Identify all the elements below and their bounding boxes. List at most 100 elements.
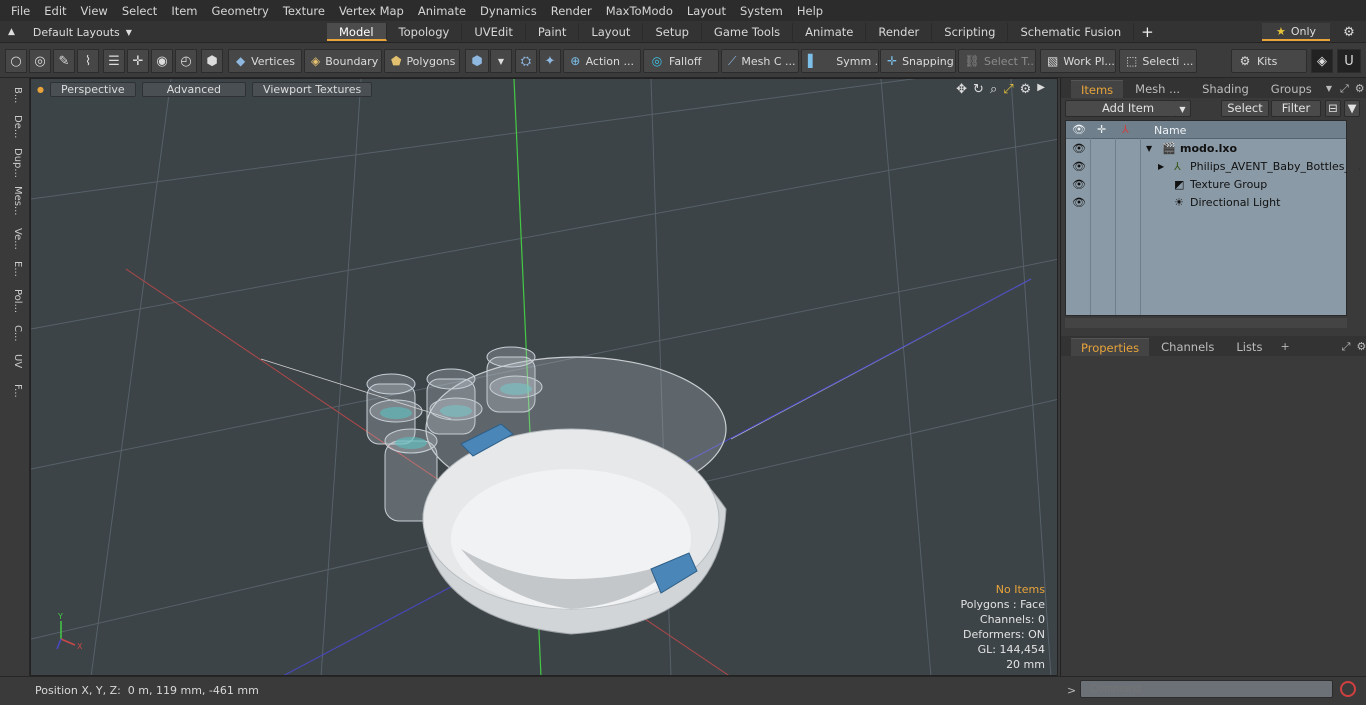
filter-button[interactable]: Filter bbox=[1271, 100, 1321, 117]
menu-geometry[interactable]: Geometry bbox=[205, 4, 276, 18]
tab-groups[interactable]: Groups bbox=[1261, 80, 1322, 98]
tab-mesh[interactable]: Mesh ... bbox=[1125, 80, 1190, 98]
menu-select[interactable]: Select bbox=[115, 4, 164, 18]
left-tab-deform[interactable]: De... bbox=[5, 112, 23, 142]
menu-animate[interactable]: Animate bbox=[411, 4, 473, 18]
add-tab-icon[interactable]: + bbox=[1280, 338, 1289, 356]
selection-sets-button[interactable]: ⬚ Selecti ... bbox=[1119, 49, 1197, 73]
panel-gear-icon[interactable]: ⚙ bbox=[1355, 80, 1365, 98]
expand-arrow-icon[interactable]: ▼ bbox=[1146, 144, 1152, 153]
eye-icon[interactable]: 👁 bbox=[1072, 196, 1086, 209]
snap-icon[interactable]: ⛭ bbox=[515, 49, 537, 73]
maximize-icon[interactable]: ⤢ bbox=[1003, 82, 1013, 97]
name-column-header[interactable]: Name bbox=[1154, 124, 1186, 137]
menu-texture[interactable]: Texture bbox=[276, 4, 332, 18]
tab-model[interactable]: Model bbox=[327, 23, 387, 41]
tab-shading[interactable]: Shading bbox=[1192, 80, 1259, 98]
perspective-button[interactable]: Perspective bbox=[49, 81, 136, 97]
move-view-icon[interactable]: ✥ bbox=[956, 82, 967, 97]
tab-uvedit[interactable]: UVEdit bbox=[462, 23, 526, 41]
left-tab-edge[interactable]: E... bbox=[5, 258, 23, 280]
menu-file[interactable]: File bbox=[4, 4, 37, 18]
menu-maxtomodo[interactable]: MaxToModo bbox=[599, 4, 680, 18]
tab-schematic-fusion[interactable]: Schematic Fusion bbox=[1008, 23, 1135, 41]
menu-render[interactable]: Render bbox=[544, 4, 599, 18]
add-item-dropdown[interactable]: ▼ bbox=[1175, 100, 1191, 117]
left-tab-duplicate[interactable]: Dup... bbox=[5, 146, 23, 180]
tab-items[interactable]: Items bbox=[1071, 80, 1124, 98]
snapping-button[interactable]: ✛ Snapping bbox=[880, 49, 956, 73]
advanced-button[interactable]: Advanced bbox=[141, 81, 247, 97]
menu-view[interactable]: View bbox=[74, 4, 115, 18]
tab-properties[interactable]: Properties bbox=[1071, 338, 1150, 356]
left-tab-polygon[interactable]: Pol... bbox=[5, 284, 23, 318]
unreal-icon[interactable]: U bbox=[1337, 49, 1361, 73]
viewport-textures-button[interactable]: Viewport Textures bbox=[252, 81, 373, 97]
tree-row[interactable]: 👁 ☀ Directional Light bbox=[1066, 193, 1346, 211]
play-arrow-icon[interactable]: ▶ bbox=[1037, 82, 1045, 97]
center-icon[interactable]: ✛ bbox=[127, 49, 149, 73]
menu-vertex-map[interactable]: Vertex Map bbox=[332, 4, 411, 18]
tab-animate[interactable]: Animate bbox=[793, 23, 867, 41]
menu-help[interactable]: Help bbox=[790, 4, 830, 18]
layout-selector[interactable]: ▲ Default Layouts ▼ bbox=[8, 24, 132, 40]
zoom-view-icon[interactable]: ⌕ bbox=[990, 82, 997, 97]
circle-select-icon[interactable]: ○ bbox=[5, 49, 27, 73]
viewport-gear-icon[interactable]: ⚙ bbox=[1020, 82, 1032, 97]
add-item-button[interactable]: Add Item bbox=[1065, 100, 1191, 117]
add-tab-button[interactable]: + bbox=[1134, 23, 1161, 41]
expand-arrow-icon[interactable]: ▶ bbox=[1158, 162, 1164, 171]
chevron-down-icon[interactable]: ▼ bbox=[490, 49, 512, 73]
tab-topology[interactable]: Topology bbox=[387, 23, 463, 41]
rotate-icon[interactable]: ◴ bbox=[175, 49, 197, 73]
left-tab-curve[interactable]: C... bbox=[5, 322, 23, 344]
left-tab-vertex[interactable]: Ve... bbox=[5, 224, 23, 254]
tree-row[interactable]: 👁 ▶ ⅄ Philips_AVENT_Baby_Bottles_... bbox=[1066, 157, 1360, 175]
kits-button[interactable]: ⚙ Kits bbox=[1231, 49, 1307, 73]
panel-gear-icon[interactable]: ⚙ bbox=[1356, 338, 1366, 356]
tree-row[interactable]: 👁 ◩ Texture Group bbox=[1066, 175, 1346, 193]
eye-icon[interactable]: 👁 bbox=[1072, 142, 1086, 155]
command-input[interactable] bbox=[1080, 680, 1333, 698]
material-icon[interactable]: ⬢ bbox=[465, 49, 489, 73]
tab-lists[interactable]: Lists bbox=[1226, 338, 1272, 356]
3d-viewport[interactable]: Y X ● Perspective Advanced Viewport Text… bbox=[30, 78, 1058, 676]
work-plane-button[interactable]: ▧ Work Pl... bbox=[1040, 49, 1116, 73]
menu-dynamics[interactable]: Dynamics bbox=[473, 4, 544, 18]
tree-row[interactable]: 👁 ▼ 🎬 modo.lxo bbox=[1066, 139, 1346, 157]
tree-vertical-scrollbar[interactable] bbox=[1347, 120, 1359, 316]
brush-icon[interactable]: ⌇ bbox=[77, 49, 99, 73]
tab-render[interactable]: Render bbox=[866, 23, 933, 41]
action-center-button[interactable]: ⊕ Action ... bbox=[563, 49, 641, 73]
workplane-icon[interactable]: ✦ bbox=[539, 49, 561, 73]
item-mode-icon[interactable]: ⬢ bbox=[201, 49, 223, 73]
eye-icon[interactable]: 👁 bbox=[1072, 160, 1086, 173]
expand-icon[interactable]: ⤢ bbox=[1342, 338, 1351, 356]
falloff-button[interactable]: ◎ Falloff bbox=[643, 49, 719, 73]
tree-scrollbar[interactable] bbox=[1065, 318, 1347, 328]
rotate-view-icon[interactable]: ↻ bbox=[973, 82, 984, 97]
left-tab-uv[interactable]: UV bbox=[5, 350, 23, 372]
funnel-icon[interactable]: ▼ bbox=[1344, 100, 1360, 117]
pivot-icon[interactable]: ◉ bbox=[151, 49, 173, 73]
tab-channels[interactable]: Channels bbox=[1151, 338, 1224, 356]
mesh-constraint-button[interactable]: ⟋ Mesh C ... bbox=[721, 49, 799, 73]
left-tab-mesh-edit[interactable]: Mes... bbox=[5, 184, 23, 218]
menu-system[interactable]: System bbox=[733, 4, 790, 18]
left-tab-basic[interactable]: B... bbox=[5, 82, 23, 108]
only-toggle[interactable]: ★ Only bbox=[1262, 23, 1330, 41]
left-tab-fusion[interactable]: F... bbox=[5, 376, 23, 406]
boundary-button[interactable]: ◈ Boundary bbox=[304, 49, 382, 73]
tab-scripting[interactable]: Scripting bbox=[932, 23, 1009, 41]
tab-layout[interactable]: Layout bbox=[579, 23, 644, 41]
globe-icon[interactable]: ◎ bbox=[29, 49, 51, 73]
menu-layout[interactable]: Layout bbox=[680, 4, 733, 18]
eye-icon[interactable]: 👁 bbox=[1072, 178, 1086, 191]
collapse-icon[interactable]: ⊟ bbox=[1325, 100, 1341, 117]
vertices-button[interactable]: ◆ Vertices bbox=[228, 49, 302, 73]
record-icon[interactable] bbox=[1340, 681, 1356, 697]
chevron-down-icon[interactable]: ▼ bbox=[1326, 80, 1332, 98]
tab-setup[interactable]: Setup bbox=[643, 23, 702, 41]
polygons-button[interactable]: ⬟ Polygons bbox=[384, 49, 460, 73]
tab-game-tools[interactable]: Game Tools bbox=[702, 23, 794, 41]
